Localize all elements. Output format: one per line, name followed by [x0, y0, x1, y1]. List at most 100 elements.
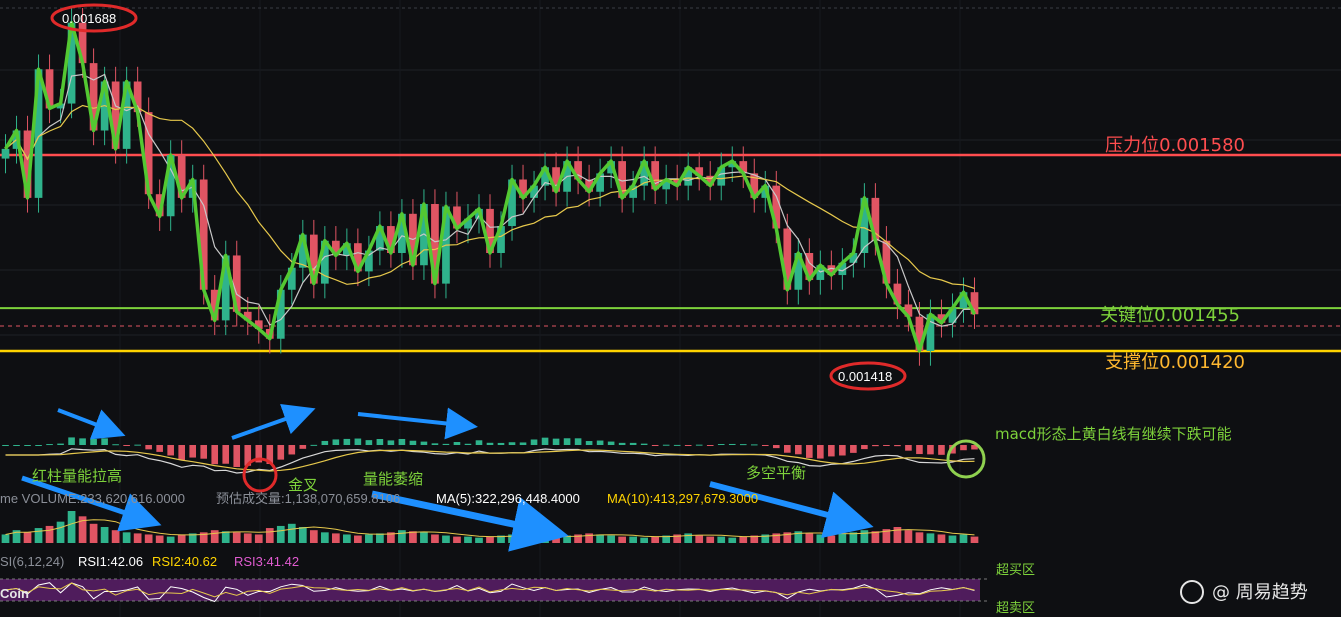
macd-histogram-bar: [640, 443, 648, 445]
volume-bar: [475, 537, 483, 543]
macd-histogram-bar: [409, 440, 417, 445]
macd-histogram-bar: [200, 445, 208, 459]
volume-bar: [816, 534, 825, 543]
volume-bar: [354, 535, 362, 543]
volume-bar: [596, 534, 604, 543]
macd-histogram-bar: [24, 445, 31, 446]
macd-histogram-bar: [398, 438, 406, 445]
macd-histogram-bar: [817, 445, 824, 459]
macd-histogram-bar: [299, 445, 307, 449]
macd-histogram-bar: [46, 444, 53, 446]
volume-bar: [464, 536, 472, 543]
volume-bar: [937, 534, 946, 543]
macd-histogram-bar: [442, 443, 450, 445]
volume-bar: [585, 533, 593, 543]
logo-icon: [1180, 580, 1204, 604]
macd-histogram-bar: [189, 445, 196, 458]
macd-histogram-bar: [728, 443, 736, 445]
balance-note: 多空平衡: [746, 464, 806, 482]
rsi2-readout: RSI2:40.62: [152, 554, 217, 569]
blue-arrow: [357, 407, 478, 440]
rsi1-readout: RSI1:42.06: [78, 554, 143, 569]
volume-bar: [144, 534, 153, 543]
volume-bar: [122, 532, 131, 543]
volume-bar: [827, 535, 836, 543]
macd-histogram-bar: [960, 445, 967, 451]
volume-bar: [893, 527, 902, 543]
blue-arrow: [57, 408, 126, 440]
volume-bar: [398, 530, 406, 543]
volume-readout: me VOLUME:233,620,616.0000: [0, 491, 185, 506]
macd-histogram-bar: [662, 444, 670, 446]
macd-histogram-bar: [618, 442, 626, 445]
macd-histogram-bar: [839, 445, 846, 456]
macd-histogram-bar: [211, 445, 219, 465]
macd-histogram-bar: [761, 445, 769, 446]
macd-histogram-bar: [806, 445, 813, 458]
volume-bar: [155, 535, 164, 543]
volume-bar: [243, 533, 252, 543]
macd-histogram-bar: [365, 440, 373, 445]
volume-bar: [67, 511, 76, 543]
macd-histogram-bar: [883, 445, 890, 446]
volume-bar: [309, 530, 318, 543]
macd-histogram-bar: [772, 445, 780, 449]
macd-histogram-bar: [35, 445, 42, 446]
macd-histogram-bar: [695, 444, 703, 446]
macd-histogram-bar: [123, 445, 130, 446]
macd-histogram-bar: [916, 445, 923, 455]
volume-bar: [904, 530, 913, 543]
key-level-label: 关键位0.001455: [1100, 305, 1240, 326]
crypto-candlestick-chart: 压力位0.001580 关键位0.001455 支撑位0.001420 0.00…: [0, 0, 1341, 617]
macd-histogram-bar: [167, 445, 174, 456]
macd-histogram-bar: [850, 445, 857, 453]
volume-bar: [717, 536, 726, 543]
macd-histogram-bar: [872, 445, 879, 447]
volume-bar: [838, 533, 847, 543]
macd-histogram-bar: [739, 444, 747, 446]
candle-body: [1, 148, 10, 159]
macd-histogram-bar: [927, 445, 934, 455]
volume-bar: [23, 532, 32, 543]
overbought-label: 超买区: [996, 563, 1035, 578]
macd-histogram-bar: [795, 445, 802, 455]
macd-histogram-bar: [563, 438, 571, 445]
macd-histogram-bar: [156, 445, 163, 452]
volume-bar: [706, 536, 715, 543]
volume-bar: [640, 537, 649, 543]
volume-bar: [915, 532, 924, 543]
volume-bar: [89, 523, 98, 543]
watermark-right: @ 周易趋势: [1180, 580, 1308, 604]
macd-histogram-bar: [178, 445, 185, 461]
macd-histogram-bar: [453, 442, 461, 445]
watermark-left: Coin: [0, 586, 29, 601]
macd-note: macd形态上黄白线有继续下跌可能: [995, 425, 1232, 443]
oversold-label: 超卖区: [996, 601, 1035, 616]
volume-bar: [959, 534, 968, 543]
volume-bar: [552, 536, 560, 543]
macd-histogram-bar: [938, 445, 945, 455]
macd-histogram-bar: [784, 445, 791, 453]
volume-bar: [695, 535, 704, 543]
low-price-label: 0.001418: [838, 369, 892, 384]
annotation-arrows: [21, 403, 874, 552]
volume-bar: [111, 530, 120, 543]
macd-histogram-bar: [354, 438, 362, 445]
macd-histogram-bar: [629, 442, 637, 445]
volume-bar: [56, 521, 65, 543]
volume-bar: [519, 535, 527, 543]
macd-histogram-bar: [321, 440, 329, 445]
macd-histogram-bar: [101, 438, 108, 445]
macd-histogram-bar: [497, 442, 505, 445]
volume-bar: [453, 536, 461, 543]
volume-bar: [541, 537, 549, 543]
volume-bar: [276, 525, 285, 543]
macd-histogram-bar: [530, 439, 538, 445]
volume-bar: [376, 533, 384, 543]
macd-histogram-bar: [288, 445, 296, 455]
rsi-panel: [0, 578, 990, 603]
macd-histogram-bar: [420, 441, 428, 445]
watermark-right-text: @ 周易趋势: [1212, 582, 1308, 603]
volume-bar: [618, 536, 626, 543]
macd-histogram-bar: [112, 444, 119, 446]
